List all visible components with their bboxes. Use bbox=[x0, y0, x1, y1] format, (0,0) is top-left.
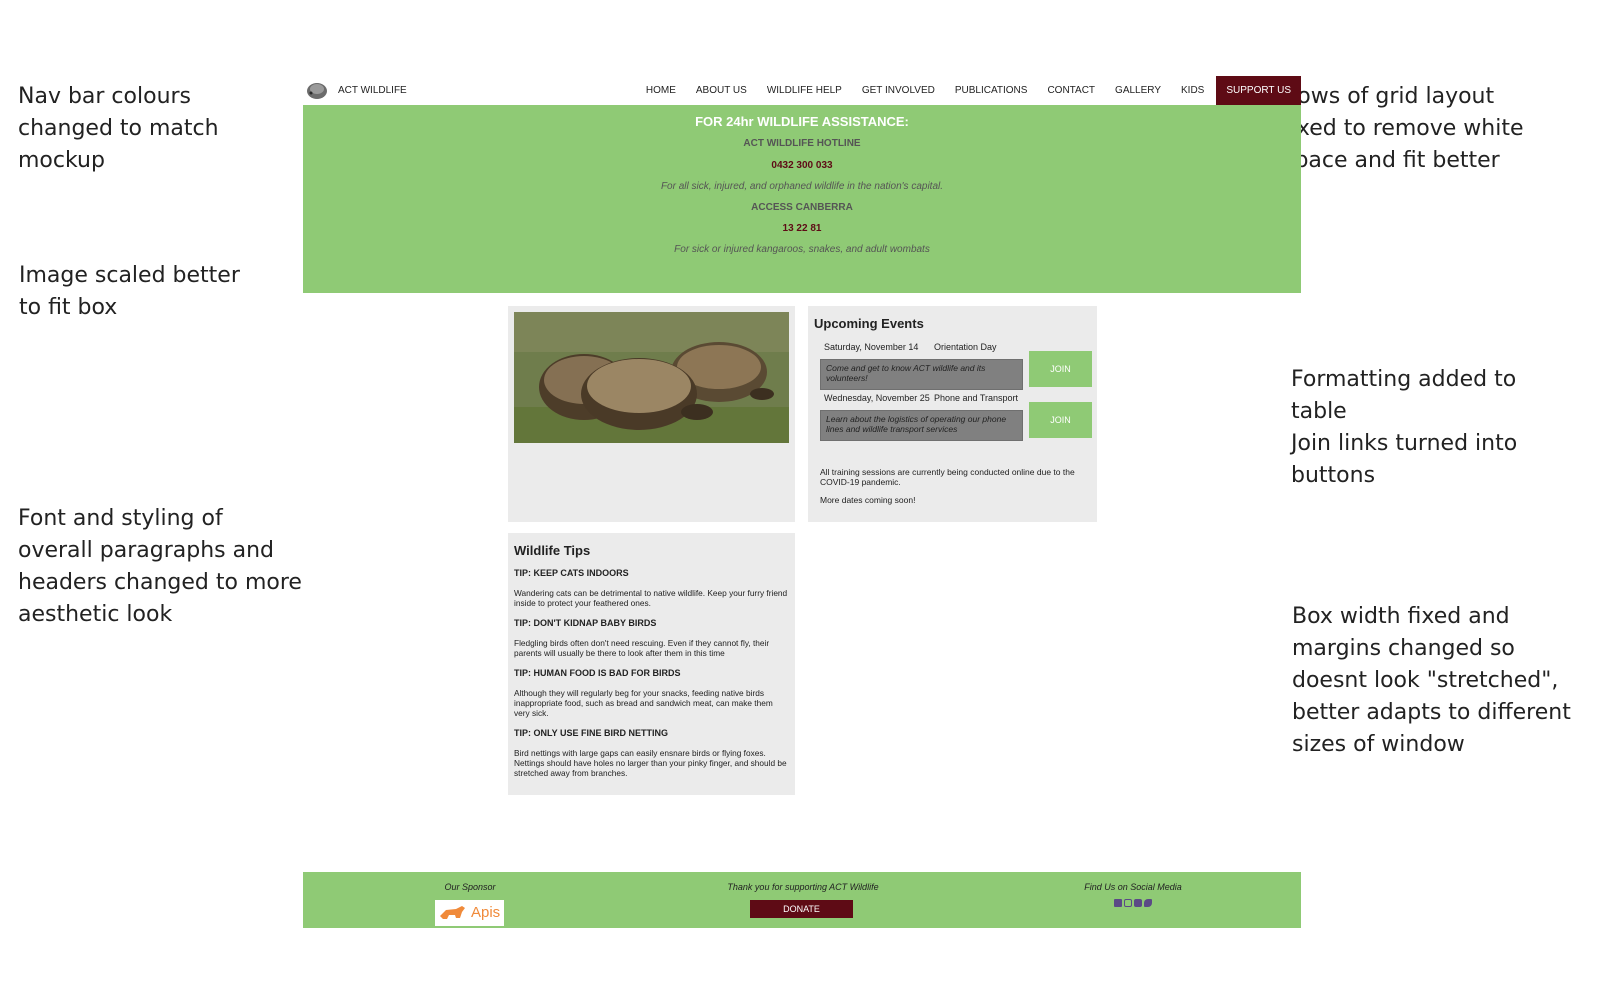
access-canberra-phone[interactable]: 13 22 81 bbox=[303, 223, 1301, 234]
join-button-orientation[interactable]: JOIN bbox=[1029, 351, 1092, 387]
facebook-icon[interactable] bbox=[1114, 899, 1122, 907]
nav-publications[interactable]: PUBLICATIONS bbox=[955, 85, 1028, 96]
event-date: Wednesday, November 25 bbox=[824, 393, 930, 403]
annotation-table-format: Formatting added to table Join links tur… bbox=[1291, 367, 1518, 488]
hotline-note: For all sick, injured, and orphaned wild… bbox=[660, 181, 944, 192]
annotation-grid-rows: Rows of grid layout fixed to remove whit… bbox=[1283, 84, 1524, 173]
tip-heading: TIP: KEEP CATS INDOORS bbox=[514, 568, 629, 578]
website-mockup: ACT WILDLIFE HOME ABOUT US WILDLIFE HELP… bbox=[303, 76, 1301, 928]
nav-menu: HOME ABOUT US WILDLIFE HELP GET INVOLVED… bbox=[626, 76, 1301, 105]
nav-get-involved[interactable]: GET INVOLVED bbox=[862, 85, 935, 96]
social-icons bbox=[1114, 899, 1152, 907]
access-canberra-note: For sick or injured kangaroos, snakes, a… bbox=[674, 244, 930, 255]
hotline-label: ACT WILDLIFE HOTLINE bbox=[743, 138, 861, 149]
sponsor-name: Apis bbox=[471, 904, 501, 921]
bull-icon bbox=[440, 906, 465, 919]
events-title: Upcoming Events bbox=[814, 316, 924, 331]
wildlife-tips-card: Wildlife Tips TIP: KEEP CATS INDOORS Wan… bbox=[508, 533, 795, 795]
annotation-nav-colours: Nav bar colours changed to match mockup bbox=[18, 84, 219, 173]
tip-heading: TIP: DON'T KIDNAP BABY BIRDS bbox=[514, 618, 657, 628]
tip-text: Wandering cats can be detrimental to nat… bbox=[514, 588, 788, 608]
event-description: Learn about the logistics of operating o… bbox=[820, 410, 1023, 441]
thanks-text: Thank you for supporting ACT Wildlife bbox=[727, 882, 879, 892]
social-label: Find Us on Social Media bbox=[1084, 882, 1182, 892]
events-training-note: All training sessions are currently bein… bbox=[820, 467, 1075, 487]
brand-name[interactable]: ACT WILDLIFE bbox=[338, 85, 407, 96]
upcoming-events-card: Upcoming Events Saturday, November 14 Or… bbox=[808, 306, 1097, 522]
tip-heading: TIP: ONLY USE FINE BIRD NETTING bbox=[514, 728, 669, 738]
echidna-logo-icon[interactable] bbox=[306, 80, 328, 100]
echidna-photo bbox=[514, 312, 789, 443]
hero-banner: FOR 24hr WILDLIFE ASSISTANCE: ACT WILDLI… bbox=[303, 105, 1301, 293]
youtube-icon[interactable] bbox=[1134, 899, 1142, 907]
access-canberra-label: ACCESS CANBERRA bbox=[751, 202, 853, 213]
event-date: Saturday, November 14 bbox=[824, 342, 919, 352]
nav-about-us[interactable]: ABOUT US bbox=[696, 85, 747, 96]
event-description: Come and get to know ACT wildlife and it… bbox=[820, 359, 1023, 390]
annotation-image-scaled: Image scaled better to fit box bbox=[19, 263, 240, 320]
twitter-icon[interactable] bbox=[1144, 899, 1152, 907]
sponsor-logo[interactable]: Apis bbox=[435, 900, 504, 926]
hotline-phone[interactable]: 0432 300 033 bbox=[303, 160, 1301, 171]
event-row: Saturday, November 14 Orientation Day bbox=[824, 342, 997, 352]
event-name: Orientation Day bbox=[934, 342, 997, 352]
footer: Our Sponsor Apis Thank you for supportin… bbox=[303, 872, 1301, 928]
nav-wildlife-help[interactable]: WILDLIFE HELP bbox=[767, 85, 842, 96]
nav-support-us-button[interactable]: SUPPORT US bbox=[1216, 76, 1301, 105]
tip-text: Fledgling birds often don't need rescuin… bbox=[514, 638, 770, 658]
event-name: Phone and Transport bbox=[934, 393, 1019, 403]
nav-bar: ACT WILDLIFE HOME ABOUT US WILDLIFE HELP… bbox=[303, 76, 1301, 105]
tip-text: Bird nettings with large gaps can easily… bbox=[514, 748, 787, 778]
nav-kids[interactable]: KIDS bbox=[1181, 85, 1204, 96]
instagram-icon[interactable] bbox=[1124, 899, 1132, 907]
nav-gallery[interactable]: GALLERY bbox=[1115, 85, 1161, 96]
tip-heading: TIP: HUMAN FOOD IS BAD FOR BIRDS bbox=[514, 668, 681, 678]
nav-contact[interactable]: CONTACT bbox=[1047, 85, 1095, 96]
image-card bbox=[508, 306, 795, 522]
tips-title: Wildlife Tips bbox=[514, 543, 591, 558]
annotation-box-width: Box width fixed and margins changed so d… bbox=[1292, 604, 1571, 757]
events-more-dates-note: More dates coming soon! bbox=[820, 495, 916, 505]
sponsor-label: Our Sponsor bbox=[444, 882, 496, 892]
join-button-phone-transport[interactable]: JOIN bbox=[1029, 402, 1092, 438]
hero-title: FOR 24hr WILDLIFE ASSISTANCE: bbox=[695, 114, 909, 129]
annotation-font-styling: Font and styling of overall paragraphs a… bbox=[18, 506, 302, 627]
donate-button[interactable]: DONATE bbox=[750, 900, 853, 918]
nav-home[interactable]: HOME bbox=[646, 85, 676, 96]
event-row: Wednesday, November 25 Phone and Transpo… bbox=[824, 393, 1018, 403]
tip-text: Although they will regularly beg for you… bbox=[514, 688, 773, 718]
